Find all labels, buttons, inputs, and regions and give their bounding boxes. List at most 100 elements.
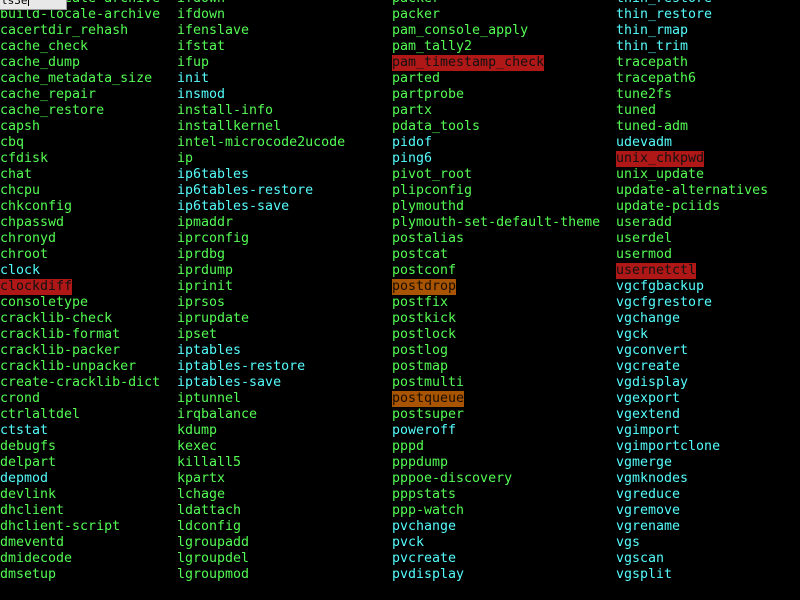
file-entry: vgchange	[616, 311, 768, 327]
terminal-screen[interactable]: ls3e build-locale-archivebuild-locale-ar…	[0, 0, 800, 600]
file-name: pam_timestamp_check	[392, 55, 545, 71]
file-name: plymouthd	[392, 199, 465, 214]
file-name: cracklib-format	[0, 327, 121, 342]
file-entry: kexec	[177, 439, 345, 455]
file-name: iptables	[177, 343, 242, 358]
file-name: pam_tally2	[392, 39, 473, 54]
file-entry: update-alternatives	[616, 183, 768, 199]
file-entry: ifup	[177, 55, 345, 71]
column-3: packerpackerpam_console_applypam_tally2p…	[392, 0, 600, 583]
file-name: vgck	[616, 327, 649, 342]
file-name: vgmerge	[616, 455, 673, 470]
file-name: ctstat	[0, 423, 49, 438]
file-entry: lgroupdel	[177, 551, 345, 567]
file-entry: postqueue	[392, 391, 600, 407]
file-name: usermod	[616, 247, 673, 262]
file-name: killall5	[177, 455, 242, 470]
file-entry: packer	[392, 7, 600, 23]
file-name: depmod	[0, 471, 49, 486]
file-name: thin_restore	[616, 7, 713, 22]
file-name: userdel	[616, 231, 673, 246]
file-entry: installkernel	[177, 119, 345, 135]
file-name: iprsos	[177, 295, 226, 310]
file-name: udevadm	[616, 135, 673, 150]
file-entry: vgcfgbackup	[616, 279, 768, 295]
file-name: cracklib-unpacker	[0, 359, 137, 374]
file-entry: udevadm	[616, 135, 768, 151]
file-name: ifdown	[177, 0, 225, 7]
file-name: postlog	[392, 343, 449, 358]
file-entry: postlog	[392, 343, 600, 359]
file-name: clockdiff	[0, 279, 73, 295]
file-name: postcat	[392, 247, 449, 262]
input-bar-text: ls3e	[1, 0, 29, 8]
file-entry: ipset	[177, 327, 345, 343]
file-entry: dmidecode	[0, 551, 160, 567]
file-name: iprdump	[177, 263, 234, 278]
file-name: pam_console_apply	[392, 23, 529, 38]
file-name: installkernel	[177, 119, 282, 134]
file-entry: useradd	[616, 215, 768, 231]
file-name: intel-microcode2ucode	[177, 135, 346, 150]
file-entry: kdump	[177, 423, 345, 439]
file-name: dhclient	[0, 503, 65, 518]
file-entry: tracepath6	[616, 71, 768, 87]
file-entry: pidof	[392, 135, 600, 151]
file-name: lgroupmod	[177, 567, 250, 582]
file-entry: cbq	[0, 135, 160, 151]
file-name: usernetctl	[616, 263, 697, 279]
file-entry: ip	[177, 151, 345, 167]
file-name: vgreduce	[616, 487, 681, 502]
file-entry: vgcfgrestore	[616, 295, 768, 311]
file-entry: iprupdate	[177, 311, 345, 327]
file-entry: postdrop	[392, 279, 600, 295]
file-name: ifstat	[177, 39, 226, 54]
file-name: postfix	[392, 295, 449, 310]
file-name: dmsetup	[0, 567, 57, 582]
file-entry: tracepath	[616, 55, 768, 71]
input-bar[interactable]: ls3e	[0, 0, 67, 10]
file-name: pvdisplay	[392, 567, 465, 582]
file-name: capsh	[0, 119, 41, 134]
file-entry: thin_restore	[616, 0, 768, 7]
file-name: ldconfig	[177, 519, 242, 534]
file-name: vgchange	[616, 311, 681, 326]
file-name: iprdbg	[177, 247, 226, 262]
file-name: dmidecode	[0, 551, 73, 566]
file-name: vgconvert	[616, 343, 689, 358]
file-name: chcpu	[0, 183, 41, 198]
file-entry: iprdbg	[177, 247, 345, 263]
file-entry: chat	[0, 167, 160, 183]
file-entry: iprconfig	[177, 231, 345, 247]
file-name: kpartx	[177, 471, 226, 486]
file-entry: clockdiff	[0, 279, 160, 295]
file-entry: cache_dump	[0, 55, 160, 71]
file-entry: chpasswd	[0, 215, 160, 231]
file-entry: ipmaddr	[177, 215, 345, 231]
file-entry: ctstat	[0, 423, 160, 439]
file-entry: unix_update	[616, 167, 768, 183]
file-name: ip	[177, 151, 194, 166]
file-entry: vgconvert	[616, 343, 768, 359]
file-name: vgcreate	[616, 359, 681, 374]
file-name: parted	[392, 71, 441, 86]
file-entry: thin_rmap	[616, 23, 768, 39]
file-name: postconf	[392, 263, 457, 278]
file-name: iprupdate	[177, 311, 250, 326]
file-name: cache_check	[0, 39, 89, 54]
file-name: chat	[0, 167, 33, 182]
file-name: postsuper	[392, 407, 465, 422]
file-name: unix_update	[616, 167, 705, 182]
file-name: chkconfig	[0, 199, 73, 214]
file-entry: pdata_tools	[392, 119, 600, 135]
file-name: thin_rmap	[616, 23, 689, 38]
file-name: ip6tables	[177, 167, 250, 182]
file-entry: tune2fs	[616, 87, 768, 103]
file-entry: vgs	[616, 535, 768, 551]
file-name: iprinit	[177, 279, 234, 294]
file-entry: ldconfig	[177, 519, 345, 535]
file-name: lchage	[177, 487, 226, 502]
file-entry: chronyd	[0, 231, 160, 247]
file-entry: tuned-adm	[616, 119, 768, 135]
file-name: clock	[0, 263, 41, 278]
